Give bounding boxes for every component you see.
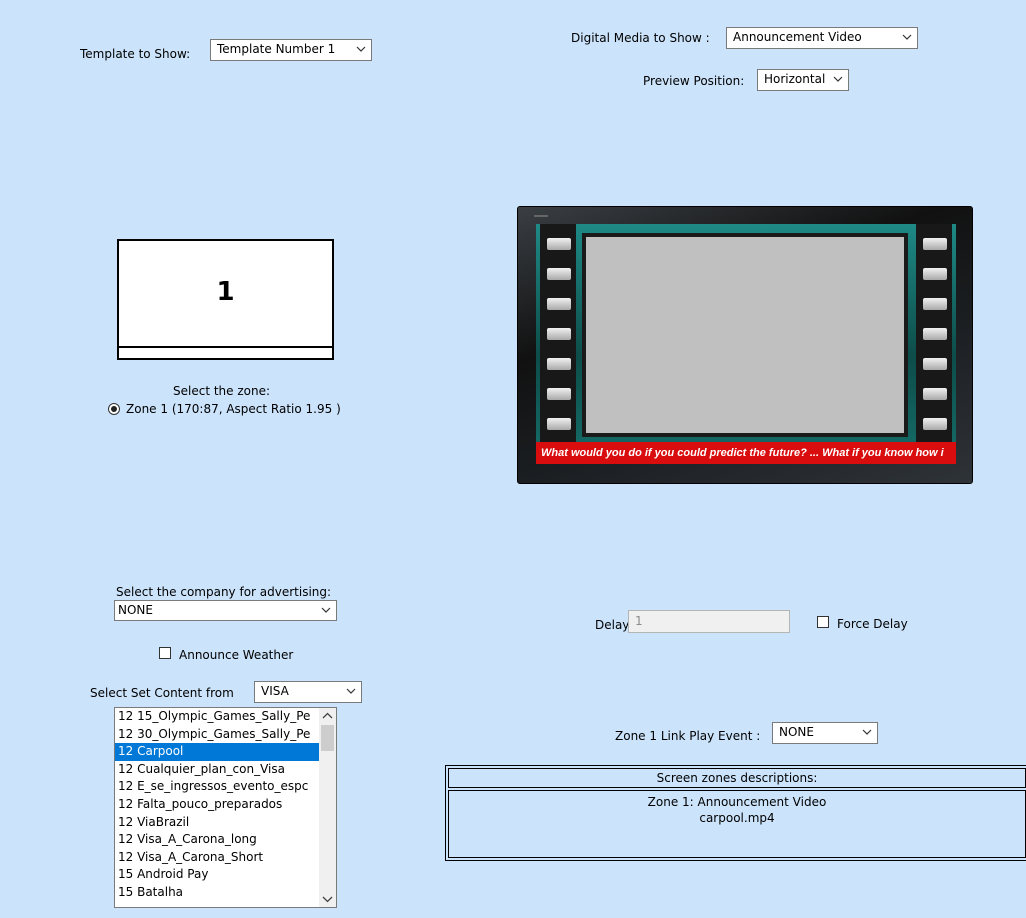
- list-item[interactable]: 12 30_Olympic_Games_Sally_Pe: [115, 726, 320, 744]
- tv-preview: What would you do if you could predict t…: [517, 206, 973, 484]
- list-item[interactable]: 12 Visa_A_Carona_long: [115, 831, 320, 849]
- link-event-value: NONE: [779, 725, 814, 739]
- tv-ticker-text: What would you do if you could predict t…: [536, 442, 956, 464]
- preview-position-select[interactable]: Horizontal: [757, 69, 849, 91]
- delay-label: Delay:: [595, 618, 633, 632]
- zone-number: 1: [216, 277, 235, 307]
- delay-value: 1: [635, 614, 643, 628]
- scroll-down-icon[interactable]: [322, 894, 333, 904]
- announce-weather-checkbox[interactable]: [159, 647, 171, 659]
- tv-video-area: [582, 233, 908, 437]
- film-strip-left: [540, 224, 576, 444]
- company-label: Select the company for advertising:: [116, 585, 332, 599]
- content-list-items[interactable]: 12 15_Olympic_Games_Sally_Pe 12 30_Olympi…: [115, 708, 320, 902]
- chevron-down-icon: [833, 76, 843, 82]
- zone-ticker-strip: [119, 346, 332, 358]
- zone-select-title: Select the zone:: [173, 384, 271, 398]
- template-label: Template to Show:: [80, 47, 191, 61]
- zone-1-radio-label[interactable]: Zone 1 (170:87, Aspect Ratio 1.95 ): [126, 402, 341, 416]
- preview-label: Preview Position:: [643, 74, 745, 88]
- delay-input[interactable]: 1: [628, 610, 790, 633]
- media-label: Digital Media to Show :: [571, 31, 710, 45]
- zone-1-radio[interactable]: [108, 403, 120, 415]
- force-delay-checkbox[interactable]: [817, 616, 829, 628]
- list-item[interactable]: 12 Visa_A_Carona_Short: [115, 849, 320, 867]
- zones-table-header: Screen zones descriptions:: [448, 768, 1026, 788]
- chevron-down-icon: [321, 607, 331, 613]
- zone-layout-preview[interactable]: 1: [117, 239, 334, 360]
- media-select[interactable]: Announcement Video: [726, 27, 918, 49]
- list-scrollbar[interactable]: [319, 708, 336, 907]
- zones-table-body: Zone 1: Announcement Video carpool.mp4: [448, 790, 1026, 858]
- tv-screen: What would you do if you could predict t…: [536, 224, 956, 464]
- chevron-down-icon: [346, 688, 356, 694]
- screen-zones-table: Screen zones descriptions: Zone 1: Annou…: [445, 765, 1026, 861]
- list-item[interactable]: 12 ViaBrazil: [115, 814, 320, 832]
- list-item[interactable]: 12 Falta_pouco_preparados: [115, 796, 320, 814]
- company-select-value: NONE: [118, 603, 153, 617]
- set-content-label: Select Set Content from: [90, 686, 234, 700]
- set-content-value: VISA: [261, 684, 289, 698]
- chevron-down-icon: [902, 34, 912, 40]
- tv-brand-mark: [534, 215, 548, 217]
- film-strip-right: [916, 224, 952, 444]
- link-event-select[interactable]: NONE: [772, 722, 878, 744]
- scroll-up-icon[interactable]: [322, 711, 333, 721]
- list-item[interactable]: 12 15_Olympic_Games_Sally_Pe: [115, 708, 320, 726]
- list-item[interactable]: 12 Cualquier_plan_con_Visa: [115, 761, 320, 779]
- company-select[interactable]: NONE: [114, 600, 337, 621]
- scroll-thumb[interactable]: [321, 725, 334, 751]
- chevron-down-icon: [356, 46, 366, 52]
- list-item[interactable]: 15 Android Pay: [115, 866, 320, 884]
- link-event-label: Zone 1 Link Play Event :: [615, 729, 761, 743]
- chevron-down-icon: [862, 729, 872, 735]
- list-item[interactable]: 12 E_se_ingressos_evento_espc: [115, 778, 320, 796]
- set-content-select[interactable]: VISA: [254, 681, 362, 703]
- list-item[interactable]: 12 Carpool: [115, 743, 320, 761]
- zone-file: carpool.mp4: [699, 811, 775, 825]
- preview-position-value: Horizontal: [764, 72, 826, 86]
- announce-weather-label[interactable]: Announce Weather: [179, 648, 293, 662]
- zone-description: Zone 1: Announcement Video: [647, 795, 827, 809]
- content-listbox[interactable]: 12 15_Olympic_Games_Sally_Pe 12 30_Olympi…: [114, 707, 337, 908]
- template-select[interactable]: Template Number 1: [210, 39, 372, 61]
- media-select-value: Announcement Video: [733, 30, 862, 44]
- list-item[interactable]: 15 Batalha: [115, 884, 320, 902]
- force-delay-label[interactable]: Force Delay: [837, 617, 908, 631]
- template-select-value: Template Number 1: [217, 42, 336, 56]
